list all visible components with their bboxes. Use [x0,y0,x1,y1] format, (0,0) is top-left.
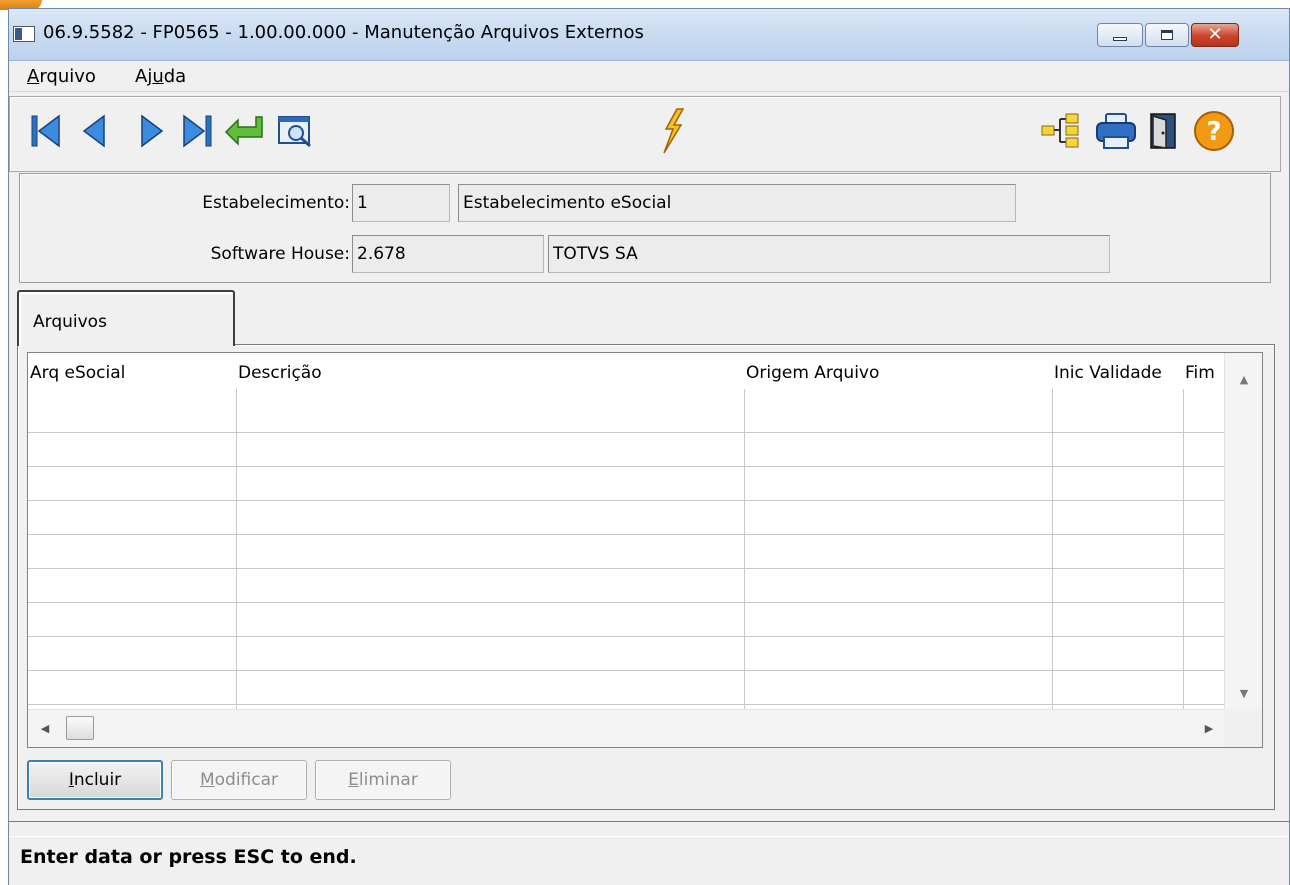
column-header-fim[interactable]: Fim [1183,363,1215,383]
table-row[interactable] [28,568,1224,569]
next-record-button[interactable] [130,107,174,155]
column-header-arq-esocial[interactable]: Arq eSocial [28,363,125,383]
status-bar: Enter data or press ESC to end. [9,821,1289,885]
tab-arquivos[interactable]: Arquivos [17,290,235,346]
menu-arquivo-accesskey: A [27,66,40,87]
estabelecimento-name-field: Estabelecimento eSocial [458,184,1016,222]
vertical-scrollbar[interactable]: ▲ ▼ [1224,353,1262,709]
scroll-up-icon[interactable]: ▲ [1225,369,1262,391]
table-row[interactable] [28,704,1224,705]
incluir-label-rest: ncluir [73,770,122,790]
table-row[interactable] [28,670,1224,671]
table-row[interactable] [28,602,1224,603]
software-house-label: Software House: [210,244,350,264]
lightning-icon [663,108,685,154]
lightning-button[interactable] [650,107,694,155]
tree-button[interactable] [1038,107,1082,155]
tab-arquivos-label: Arquivos [33,312,107,332]
help-button[interactable]: ? [1192,107,1236,155]
column-header-descricao[interactable]: Descrição [236,363,322,383]
status-message: Enter data or press ESC to end. [20,846,357,868]
table-row[interactable] [28,466,1224,467]
arquivos-grid[interactable]: Arq eSocial Descrição Origem Arquivo Ini… [27,352,1263,748]
menu-ajuda-label-post: da [163,66,187,87]
column-header-inic-validade[interactable]: Inic Validade [1052,363,1162,383]
first-record-icon [31,114,60,148]
table-row[interactable] [28,500,1224,501]
exit-door-icon [1150,113,1176,149]
column-header-origem-arquivo[interactable]: Origem Arquivo [744,363,879,383]
eliminar-button[interactable]: Eliminar [315,760,451,800]
menu-arquivo-label-rest: rquivo [39,66,96,87]
column-divider [1052,389,1053,709]
program-window: 06.9.5582 - FP0565 - 1.00.00.000 - Manut… [8,8,1290,885]
svg-text:?: ? [1206,117,1221,147]
window-app-icon [13,26,35,42]
estabelecimento-code-field[interactable]: 1 [352,184,450,222]
search-icon [278,116,311,148]
title-bar: 06.9.5582 - FP0565 - 1.00.00.000 - Manut… [9,9,1289,61]
software-house-code-field[interactable]: 2.678 [352,235,544,273]
table-row[interactable] [28,432,1224,433]
close-button[interactable]: ✕ [1191,23,1239,47]
horizontal-scroll-thumb[interactable] [66,716,94,740]
incluir-button[interactable]: Incluir [27,760,163,800]
menu-arquivo[interactable]: Arquivo [27,66,96,87]
exit-button[interactable] [1142,107,1186,155]
tree-icon [1041,113,1079,148]
modificar-accesskey: M [199,770,215,790]
window-title: 06.9.5582 - FP0565 - 1.00.00.000 - Manut… [43,22,644,43]
grid-header: Arq eSocial Descrição Origem Arquivo Ini… [28,363,1224,393]
scroll-right-icon[interactable]: ▶ [1194,710,1224,747]
menu-bar: Arquivo Ajuda [9,62,1289,92]
maximize-button[interactable] [1145,23,1189,47]
search-button[interactable] [274,107,318,155]
table-row[interactable] [28,534,1224,535]
table-row[interactable] [28,636,1224,637]
go-to-icon [224,116,263,146]
modificar-button[interactable]: Modificar [171,760,307,800]
menu-ajuda-label-pre: Aj [135,66,153,87]
previous-record-button[interactable] [72,107,116,155]
eliminar-accesskey: E [348,770,359,790]
scrollbar-corner [1224,709,1262,747]
print-icon [1096,113,1136,149]
scroll-left-icon[interactable]: ◀ [30,710,60,747]
first-record-button[interactable] [24,107,68,155]
toolbar: ? [9,96,1281,172]
modificar-label-rest: odificar [214,770,279,790]
previous-record-icon [82,114,105,148]
go-to-button[interactable] [222,107,266,155]
column-divider [744,389,745,709]
close-icon: ✕ [1207,24,1223,45]
scroll-down-icon[interactable]: ▼ [1225,683,1262,705]
horizontal-scrollbar[interactable]: ◀ ▶ [28,709,1224,747]
column-divider [1183,389,1184,709]
software-house-name-field: TOTVS SA [548,235,1110,273]
minimize-icon [1113,37,1127,41]
estabelecimento-label: Estabelecimento: [202,193,350,213]
print-button[interactable] [1094,107,1138,155]
minimize-button[interactable] [1097,23,1143,47]
header-panel: Estabelecimento: 1 Estabelecimento eSoci… [19,173,1271,283]
last-record-icon [183,114,212,148]
last-record-button[interactable] [176,107,220,155]
maximize-icon [1161,30,1173,40]
next-record-icon [141,114,164,148]
eliminar-label-rest: liminar [358,770,418,790]
menu-ajuda-accesskey: u [152,66,164,87]
menu-ajuda[interactable]: Ajuda [135,66,186,87]
help-icon: ? [1194,111,1234,151]
column-divider [236,389,237,709]
